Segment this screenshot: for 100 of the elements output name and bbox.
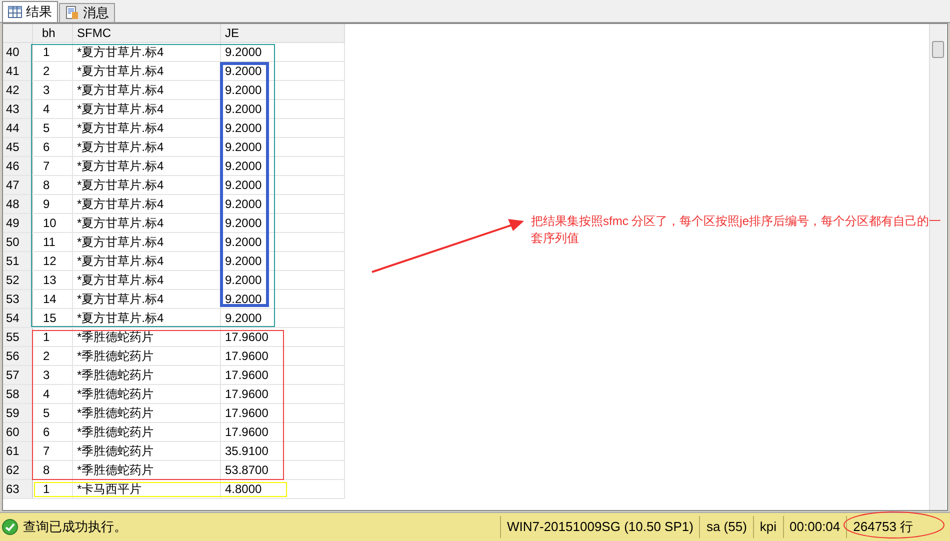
table-cell: 17.9600 <box>221 385 345 403</box>
table-cell: 17.9600 <box>221 366 345 384</box>
row-number[interactable]: 54 <box>3 309 33 327</box>
table-cell: 4 <box>33 385 73 403</box>
row-number[interactable]: 56 <box>3 347 33 365</box>
table-cell: 3 <box>33 366 73 384</box>
table-cell: 9.2000 <box>221 81 345 99</box>
row-number[interactable]: 44 <box>3 119 33 137</box>
table-cell: 3 <box>33 81 73 99</box>
table-cell: *夏方甘草片.标4 <box>73 119 221 137</box>
table-cell: 2 <box>33 62 73 80</box>
column-header[interactable]: JE <box>221 24 345 42</box>
column-header[interactable]: SFMC <box>73 24 221 42</box>
row-number[interactable]: 50 <box>3 233 33 251</box>
table-cell: *夏方甘草片.标4 <box>73 195 221 213</box>
row-number[interactable]: 48 <box>3 195 33 213</box>
table-cell: 7 <box>33 157 73 175</box>
table-cell: 9.2000 <box>221 271 345 289</box>
table-cell: *季胜德蛇药片 <box>73 347 221 365</box>
row-number[interactable]: 45 <box>3 138 33 156</box>
table-cell: 9 <box>33 195 73 213</box>
row-number[interactable]: 40 <box>3 43 33 61</box>
user-name: sa (55) <box>699 516 753 538</box>
table-cell: 9.2000 <box>221 309 345 327</box>
table-cell: *季胜德蛇药片 <box>73 423 221 441</box>
table-cell: *夏方甘草片.标4 <box>73 81 221 99</box>
table-cell: *夏方甘草片.标4 <box>73 62 221 80</box>
table-cell: 2 <box>33 347 73 365</box>
table-cell: 5 <box>33 119 73 137</box>
row-number[interactable]: 57 <box>3 366 33 384</box>
row-number[interactable]: 53 <box>3 290 33 308</box>
table-cell: 13 <box>33 271 73 289</box>
table-cell: *夏方甘草片.标4 <box>73 176 221 194</box>
column-header[interactable]: bh <box>33 24 73 42</box>
row-number[interactable]: 60 <box>3 423 33 441</box>
table-cell: 6 <box>33 138 73 156</box>
table-cell: 8 <box>33 176 73 194</box>
table-cell: *夏方甘草片.标4 <box>73 290 221 308</box>
table-cell: 4.8000 <box>221 480 345 498</box>
table-cell: 14 <box>33 290 73 308</box>
table-cell: 9.2000 <box>221 214 345 232</box>
table-cell: 17.9600 <box>221 328 345 346</box>
table-cell: *夏方甘草片.标4 <box>73 43 221 61</box>
server-name: WIN7-20151009SG (10.50 SP1) <box>500 516 700 538</box>
row-number[interactable]: 51 <box>3 252 33 270</box>
table-cell: *季胜德蛇药片 <box>73 385 221 403</box>
table-cell: *季胜德蛇药片 <box>73 442 221 460</box>
table-cell: *夏方甘草片.标4 <box>73 214 221 232</box>
table-cell: *卡马西平片 <box>73 480 221 498</box>
row-number[interactable]: 43 <box>3 100 33 118</box>
table-cell: 17.9600 <box>221 347 345 365</box>
table-cell: 9.2000 <box>221 290 345 308</box>
table-cell: 1 <box>33 480 73 498</box>
table-cell: 17.9600 <box>221 423 345 441</box>
table-cell: 1 <box>33 43 73 61</box>
table-cell: *季胜德蛇药片 <box>73 366 221 384</box>
table-cell: *季胜德蛇药片 <box>73 328 221 346</box>
row-number[interactable]: 58 <box>3 385 33 403</box>
table-cell: *夏方甘草片.标4 <box>73 233 221 251</box>
row-number[interactable]: 61 <box>3 442 33 460</box>
table-cell: 5 <box>33 404 73 422</box>
row-number[interactable]: 49 <box>3 214 33 232</box>
row-number[interactable]: 52 <box>3 271 33 289</box>
table-cell: 9.2000 <box>221 195 345 213</box>
table-cell: 9.2000 <box>221 176 345 194</box>
table-cell: 15 <box>33 309 73 327</box>
table-cell: *季胜德蛇药片 <box>73 461 221 479</box>
table-cell: 9.2000 <box>221 100 345 118</box>
table-cell: *夏方甘草片.标4 <box>73 157 221 175</box>
table-cell: 4 <box>33 100 73 118</box>
table-cell: 53.8700 <box>221 461 345 479</box>
table-cell: *夏方甘草片.标4 <box>73 309 221 327</box>
table-cell: *夏方甘草片.标4 <box>73 138 221 156</box>
annotation-text: 把结果集按照sfmc 分区了，每个区按照je排序后编号，每个分区都有自己的一套序列值 <box>531 213 941 247</box>
table-cell: 12 <box>33 252 73 270</box>
row-number[interactable]: 42 <box>3 81 33 99</box>
table-cell: *夏方甘草片.标4 <box>73 100 221 118</box>
table-cell: 9.2000 <box>221 233 345 251</box>
row-number[interactable]: 47 <box>3 176 33 194</box>
elapsed-time: 00:00:04 <box>782 516 846 538</box>
tab[interactable]: 消息 <box>59 3 115 22</box>
table-cell: 9.2000 <box>221 43 345 61</box>
row-number[interactable]: 55 <box>3 328 33 346</box>
table-cell: *夏方甘草片.标4 <box>73 252 221 270</box>
table-cell: 9.2000 <box>221 62 345 80</box>
table-cell: *夏方甘草片.标4 <box>73 271 221 289</box>
table-cell: 8 <box>33 461 73 479</box>
table-cell: *季胜德蛇药片 <box>73 404 221 422</box>
tab[interactable]: 结果 <box>2 1 58 22</box>
table-cell: 17.9600 <box>221 404 345 422</box>
row-number[interactable]: 63 <box>3 480 33 498</box>
row-number[interactable]: 41 <box>3 62 33 80</box>
table-cell: 11 <box>33 233 73 251</box>
row-number[interactable]: 59 <box>3 404 33 422</box>
row-count: 264753 行 <box>846 516 920 538</box>
row-number[interactable]: 46 <box>3 157 33 175</box>
table-cell: 35.9100 <box>221 442 345 460</box>
row-number[interactable]: 62 <box>3 461 33 479</box>
table-cell: 9.2000 <box>221 157 345 175</box>
table-cell: 9.2000 <box>221 138 345 156</box>
